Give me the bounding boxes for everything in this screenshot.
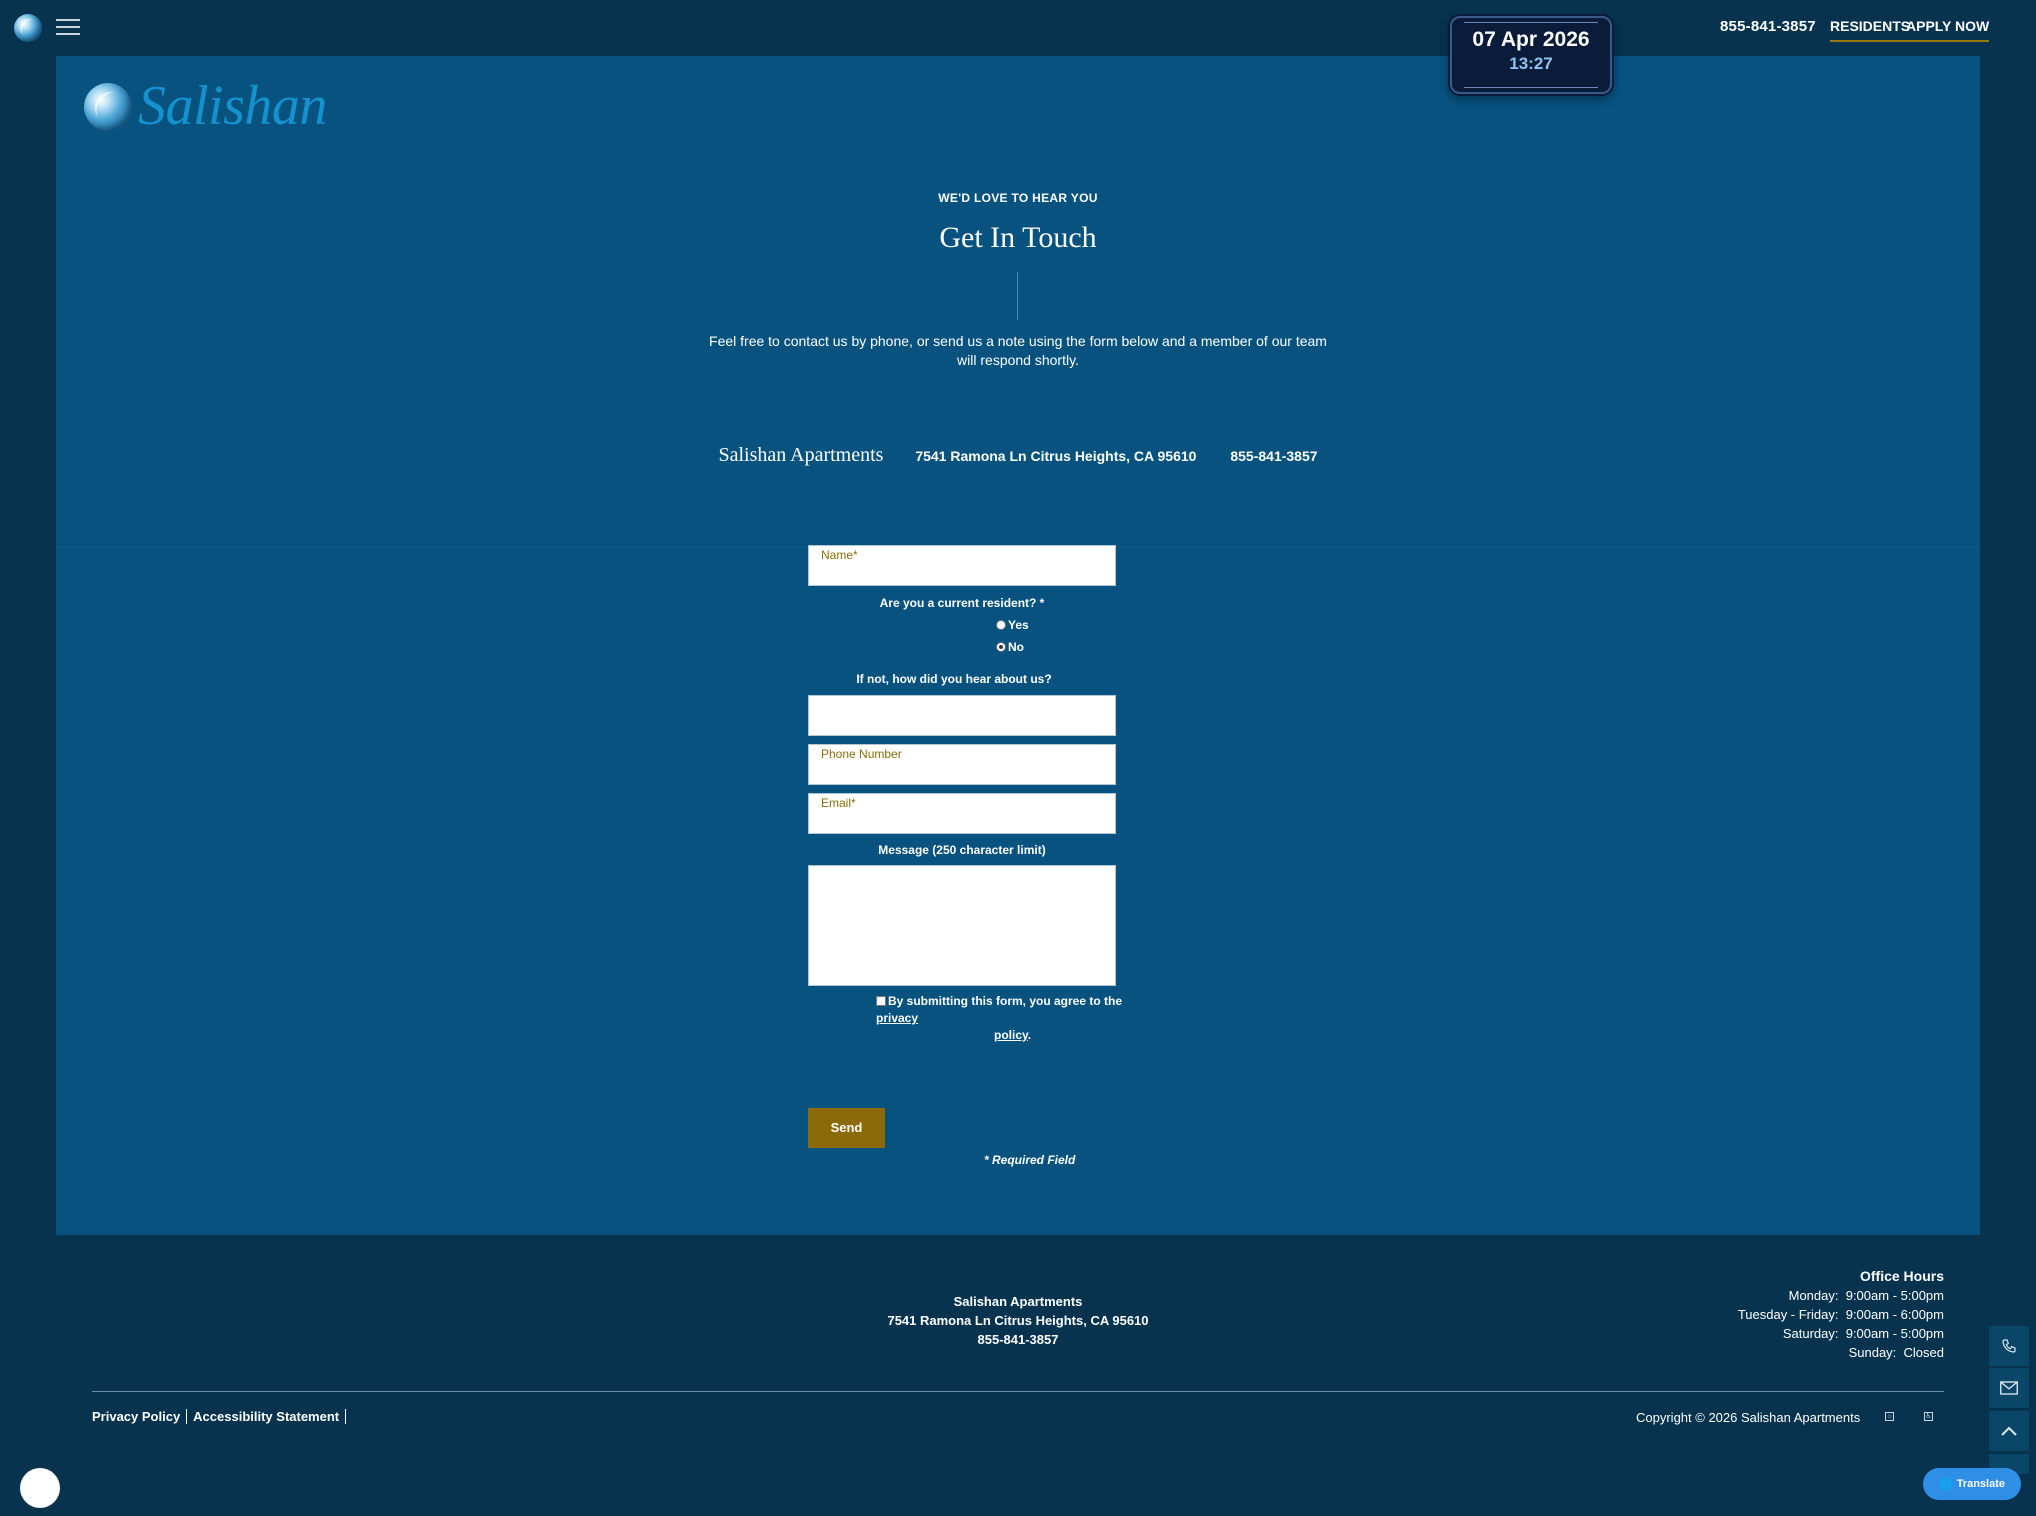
phone-field[interactable]: Phone Number — [808, 744, 1116, 785]
globe-icon: 🌐 — [1938, 1478, 1953, 1491]
hours-day: Monday: — [1788, 1288, 1839, 1303]
send-button-label: Send — [830, 1120, 863, 1135]
footer-phone-link[interactable]: 855-841-3857 — [0, 1330, 2036, 1349]
chat-widget-button[interactable] — [20, 1468, 60, 1508]
hours-time: 9:00am - 5:00pm — [1845, 1326, 1944, 1341]
residents-link[interactable]: RESIDENTS — [1830, 18, 1911, 42]
radio-no-label: No — [1008, 640, 1024, 654]
resident-question: Are you a current resident? * — [879, 596, 1045, 610]
agree-period: . — [1027, 1028, 1032, 1042]
contact-row: Salishan Apartments 7541 Ramona Ln Citru… — [56, 444, 1980, 467]
header-phone-link[interactable]: 855-841-3857 — [1720, 18, 1816, 35]
agree-checkbox[interactable] — [876, 996, 886, 1006]
privacy-agreement: By submitting this form, you agree to th… — [876, 993, 1166, 1044]
hamburger-menu-icon[interactable] — [56, 19, 80, 37]
privacy-policy-link-1[interactable]: privacy — [876, 1011, 918, 1025]
hours-day: Tuesday - Friday: — [1737, 1307, 1839, 1322]
hear-about-input[interactable] — [809, 696, 1115, 735]
name-input[interactable] — [809, 546, 1115, 585]
accessibility-statement-link[interactable]: Accessibility Statement — [193, 1409, 347, 1424]
translate-label: Translate — [1956, 1478, 2005, 1490]
radio-no[interactable]: No — [996, 640, 1024, 654]
hours-time: 9:00am - 6:00pm — [1845, 1307, 1944, 1322]
radio-yes[interactable]: Yes — [996, 618, 1029, 632]
contact-address-link[interactable]: 7541 Ramona Ln Citrus Heights, CA 95610 — [915, 448, 1196, 464]
phone-icon[interactable] — [1989, 1326, 2029, 1366]
logo-globe-icon — [84, 83, 132, 131]
hours-day: Saturday: — [1782, 1326, 1839, 1341]
hours-time: 9:00am - 5:00pm — [1845, 1288, 1944, 1303]
envelope-icon[interactable] — [1989, 1368, 2029, 1408]
hear-question: If not, how did you hear about us? — [856, 672, 1052, 686]
radio-yes-dot[interactable] — [996, 620, 1006, 630]
send-button[interactable]: Send — [808, 1108, 885, 1148]
clock-date: 07 Apr 2026 — [1472, 28, 1590, 51]
privacy-policy-link[interactable]: Privacy Policy — [92, 1409, 188, 1424]
email-input[interactable] — [809, 794, 1115, 833]
logo-text: Salishan — [138, 75, 327, 137]
copyright-text: Copyright © 2026 Salishan Apartments — [1636, 1410, 1861, 1425]
hours-row: Monday: 9:00am - 5:00pm — [1738, 1286, 1944, 1305]
office-hours-title: Office Hours — [1859, 1268, 1944, 1284]
intro-text: Feel free to contact us by phone, or sen… — [56, 332, 1980, 370]
clock-time: 13:27 — [1509, 54, 1553, 73]
hours-time: Closed — [1903, 1345, 1944, 1360]
page-title: Get In Touch — [939, 221, 1097, 254]
contact-phone-link[interactable]: 855-841-3857 — [1230, 448, 1317, 464]
top-bar: 855-841-3857 RESIDENTS APPLY NOW — [0, 0, 2036, 56]
office-hours: Office Hours Monday: 9:00am - 5:00pm Tue… — [1738, 1267, 1944, 1362]
agree-line-2: policy. — [876, 1027, 1166, 1044]
hours-row: Tuesday - Friday: 9:00am - 6:00pm — [1738, 1305, 1944, 1324]
date-time-widget: 07 Apr 2026 13:27 — [1450, 16, 1612, 94]
accessibility-icon: ♿ — [1924, 1412, 1933, 1421]
footer-address-link[interactable]: 7541 Ramona Ln Citrus Heights, CA 95610 — [0, 1311, 2036, 1330]
phone-input[interactable] — [809, 745, 1115, 784]
hear-about-field[interactable] — [808, 695, 1116, 736]
hours-row: Saturday: 9:00am - 5:00pm — [1738, 1324, 1944, 1343]
name-field[interactable]: Name* — [808, 545, 1116, 586]
message-label: Message (250 character limit) — [878, 843, 1046, 857]
footer-address-block: Salishan Apartments 7541 Ramona Ln Citru… — [0, 1292, 2036, 1349]
globe-logo-icon[interactable] — [14, 14, 42, 42]
section-eyebrow: WE'D LOVE TO HEAR YOU — [938, 191, 1098, 205]
radio-no-dot[interactable] — [996, 642, 1006, 652]
chevron-up-icon[interactable] — [1989, 1411, 2029, 1451]
contact-property-name: Salishan Apartments — [718, 444, 884, 466]
radio-yes-label: Yes — [1008, 618, 1029, 632]
title-divider — [1017, 272, 1018, 320]
site-logo[interactable]: Salishan — [84, 75, 344, 138]
footer-links: Privacy Policy Accessibility Statement — [92, 1409, 352, 1424]
message-textarea[interactable] — [808, 865, 1116, 986]
hours-day: Sunday: — [1848, 1345, 1897, 1360]
translate-button[interactable]: 🌐 Translate — [1923, 1468, 2021, 1500]
required-field-note: * Required Field — [984, 1153, 1076, 1167]
main-panel: Salishan WE'D LOVE TO HEAR YOU Get In To… — [56, 56, 1980, 1235]
hours-row: Sunday: Closed — [1738, 1343, 1944, 1362]
privacy-policy-link-2[interactable]: policy — [994, 1028, 1028, 1042]
footer-property-name: Salishan Apartments — [953, 1294, 1083, 1309]
footer-divider — [92, 1391, 1944, 1392]
agree-text: By submitting this form, you agree to th… — [888, 994, 1123, 1008]
equal-housing-icon: ⌂ — [1885, 1412, 1894, 1421]
email-field[interactable]: Email* — [808, 793, 1116, 834]
intro-paragraph: Feel free to contact us by phone, or sen… — [709, 333, 1327, 368]
apply-now-link[interactable]: APPLY NOW — [1906, 18, 1990, 42]
